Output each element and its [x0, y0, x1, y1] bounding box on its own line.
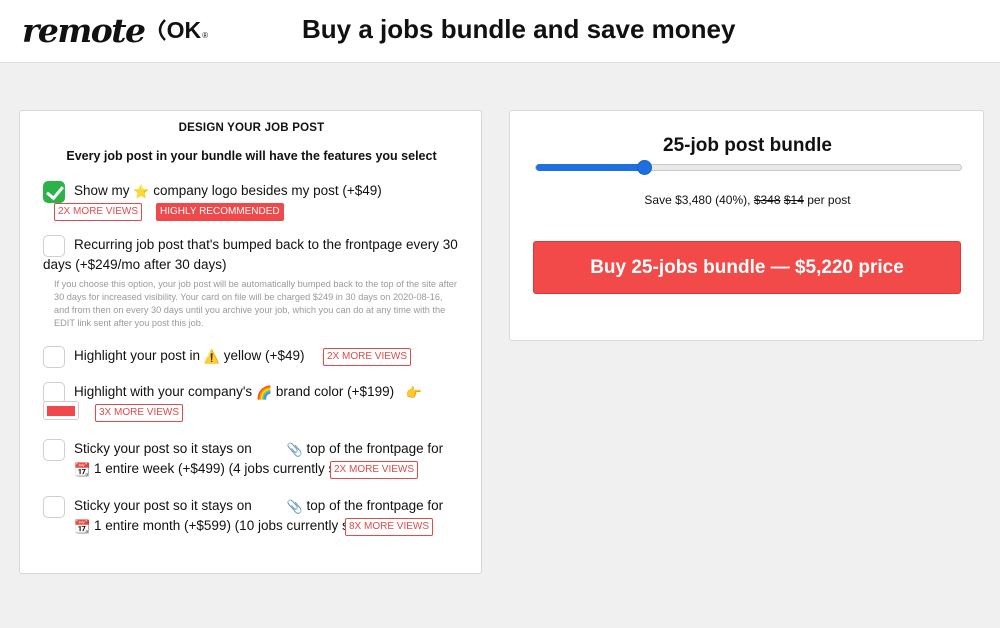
sticky-month-text-c: 1 — [93, 518, 102, 533]
remote-ok-logo[interactable]: remote OK ® — [22, 8, 208, 52]
views-badge: 8X MORE VIEWS — [345, 518, 434, 536]
sticky-week-text-b: top of the frontpage for — [306, 441, 444, 456]
sticky-week-text-c: 1 — [93, 461, 102, 476]
brand-color-label[interactable]: Highlight with your company's 🌈 brand co… — [74, 382, 464, 402]
calendar-icon: 📆 — [74, 519, 91, 534]
sticky-month-text-b: top of the frontpage for — [306, 498, 444, 513]
brand-color-text-a: Highlight with your company's — [74, 384, 253, 399]
yellow-highlight-checkbox[interactable] — [43, 346, 65, 368]
section-title: DESIGN YOUR JOB POST — [178, 122, 325, 134]
logo-option-text-b: company logo besides my post (+$49) — [153, 183, 382, 198]
savings-text: Save $3,480 (40%), — [644, 193, 751, 207]
recurring-option-label[interactable]: Recurring job post that's bumped back to… — [43, 235, 468, 275]
yellow-highlight-text-b: yellow (+$49) — [223, 348, 305, 363]
top-bar: remote OK ® Buy a jobs bundle and save m… — [0, 0, 1000, 63]
views-badge: 2X MORE VIEWS — [323, 348, 412, 366]
bundle-card: 25-job post bundle Save $3,480 (40%), $3… — [509, 110, 984, 341]
views-badge: 2X MORE VIEWS — [54, 203, 143, 221]
paperclip-icon: 📎 — [286, 442, 303, 457]
yellow-highlight-text-a: Highlight your post in — [74, 348, 201, 363]
warning-icon: ⚠️ — [203, 349, 221, 364]
bundle-size-slider[interactable] — [535, 160, 962, 175]
logo-option-checkbox[interactable] — [43, 181, 65, 203]
logo-word: remote — [22, 10, 146, 50]
per-post-text: per post — [807, 193, 851, 207]
rainbow-icon: 🌈 — [255, 385, 273, 400]
logo-paren-icon — [158, 19, 166, 41]
brand-color-swatch — [47, 406, 75, 416]
recurring-fine-print: If you choose this option, your job post… — [54, 279, 457, 328]
logo-registered: ® — [202, 30, 208, 40]
brand-color-picker[interactable] — [43, 401, 79, 420]
sticky-week-text-a: Sticky your post so it stays on — [74, 441, 252, 456]
sticky-month-text-a: Sticky your post so it stays on — [74, 498, 252, 513]
calendar-icon: 📆 — [74, 462, 91, 477]
logo-option-text-a: Show my — [74, 183, 130, 198]
savings-summary: Save $3,480 (40%), $348 $14 per post — [510, 193, 985, 207]
views-badge: 3X MORE VIEWS — [95, 404, 184, 422]
buy-bundle-button[interactable]: Buy 25-jobs bundle — $5,220 price — [533, 241, 961, 294]
star-icon: ⭐ — [133, 184, 150, 199]
bundle-title: 25-job post bundle — [663, 135, 832, 156]
recommended-badge: HIGHLY RECOMMENDED — [156, 203, 284, 221]
design-job-post-card: DESIGN YOUR JOB POST Every job post in y… — [19, 110, 482, 574]
paperclip-icon: 📎 — [286, 499, 303, 514]
logo-option-label[interactable]: Show my ⭐ company logo besides my post (… — [74, 181, 464, 201]
old-price: $348 — [753, 193, 781, 207]
slider-fill — [536, 164, 645, 171]
views-badge: 2X MORE VIEWS — [330, 461, 419, 479]
new-price: $14 — [783, 193, 804, 207]
pointing-hand-icon: 👉 — [405, 385, 423, 400]
page-headline: Buy a jobs bundle and save money — [302, 14, 736, 44]
slider-handle[interactable] — [637, 160, 652, 175]
logo-ok-text: OK — [166, 16, 202, 43]
brand-color-text-b: brand color (+$199) — [275, 384, 395, 399]
logo-ok-mark: OK ® — [153, 17, 208, 44]
section-subtitle: Every job post in your bundle will have … — [66, 149, 437, 163]
yellow-highlight-label[interactable]: Highlight your post in ⚠️ yellow (+$49) — [74, 346, 334, 366]
